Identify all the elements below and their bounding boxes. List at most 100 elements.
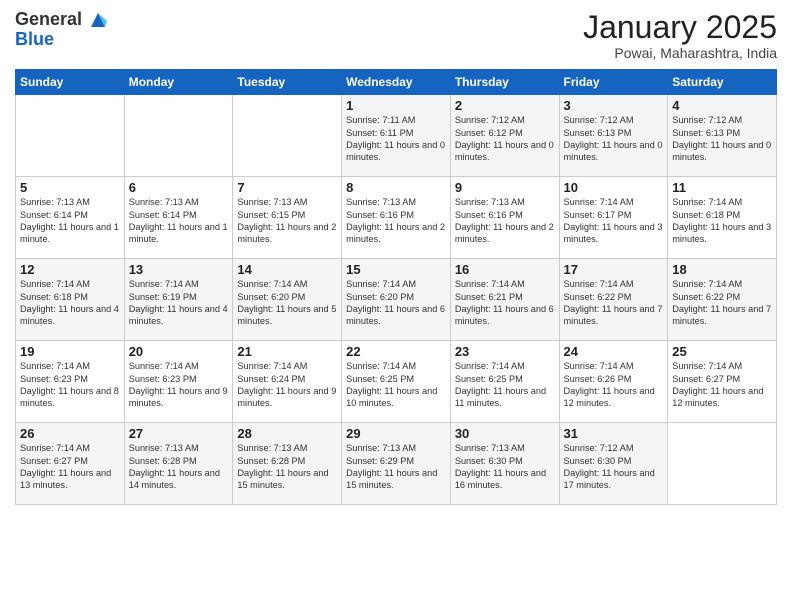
day-cell: 11Sunrise: 7:14 AMSunset: 6:18 PMDayligh… (668, 177, 777, 259)
day-cell: 19Sunrise: 7:14 AMSunset: 6:23 PMDayligh… (16, 341, 125, 423)
week-row-1: 1Sunrise: 7:11 AMSunset: 6:11 PMDaylight… (16, 95, 777, 177)
day-number: 31 (564, 426, 664, 441)
day-cell: 6Sunrise: 7:13 AMSunset: 6:14 PMDaylight… (124, 177, 233, 259)
day-cell: 10Sunrise: 7:14 AMSunset: 6:17 PMDayligh… (559, 177, 668, 259)
month-title: January 2025 (583, 10, 777, 45)
week-row-3: 12Sunrise: 7:14 AMSunset: 6:18 PMDayligh… (16, 259, 777, 341)
day-number: 6 (129, 180, 229, 195)
day-number: 9 (455, 180, 555, 195)
day-number: 1 (346, 98, 446, 113)
day-info: Sunrise: 7:14 AMSunset: 6:19 PMDaylight:… (129, 278, 229, 328)
calendar-table: SundayMondayTuesdayWednesdayThursdayFrid… (15, 69, 777, 505)
day-info: Sunrise: 7:14 AMSunset: 6:22 PMDaylight:… (564, 278, 664, 328)
day-info: Sunrise: 7:13 AMSunset: 6:30 PMDaylight:… (455, 442, 555, 492)
day-number: 25 (672, 344, 772, 359)
day-cell: 18Sunrise: 7:14 AMSunset: 6:22 PMDayligh… (668, 259, 777, 341)
day-number: 15 (346, 262, 446, 277)
day-info: Sunrise: 7:14 AMSunset: 6:25 PMDaylight:… (346, 360, 446, 410)
day-info: Sunrise: 7:12 AMSunset: 6:30 PMDaylight:… (564, 442, 664, 492)
day-info: Sunrise: 7:14 AMSunset: 6:23 PMDaylight:… (20, 360, 120, 410)
day-number: 28 (237, 426, 337, 441)
day-cell (16, 95, 125, 177)
day-number: 20 (129, 344, 229, 359)
day-number: 23 (455, 344, 555, 359)
week-row-5: 26Sunrise: 7:14 AMSunset: 6:27 PMDayligh… (16, 423, 777, 505)
day-info: Sunrise: 7:13 AMSunset: 6:29 PMDaylight:… (346, 442, 446, 492)
day-number: 5 (20, 180, 120, 195)
day-number: 19 (20, 344, 120, 359)
day-info: Sunrise: 7:14 AMSunset: 6:23 PMDaylight:… (129, 360, 229, 410)
day-cell: 23Sunrise: 7:14 AMSunset: 6:25 PMDayligh… (450, 341, 559, 423)
day-cell: 8Sunrise: 7:13 AMSunset: 6:16 PMDaylight… (342, 177, 451, 259)
day-cell: 25Sunrise: 7:14 AMSunset: 6:27 PMDayligh… (668, 341, 777, 423)
day-info: Sunrise: 7:14 AMSunset: 6:20 PMDaylight:… (237, 278, 337, 328)
day-info: Sunrise: 7:14 AMSunset: 6:21 PMDaylight:… (455, 278, 555, 328)
day-number: 29 (346, 426, 446, 441)
day-info: Sunrise: 7:14 AMSunset: 6:26 PMDaylight:… (564, 360, 664, 410)
day-info: Sunrise: 7:14 AMSunset: 6:24 PMDaylight:… (237, 360, 337, 410)
logo-general: General (15, 9, 82, 29)
day-cell: 30Sunrise: 7:13 AMSunset: 6:30 PMDayligh… (450, 423, 559, 505)
day-cell: 20Sunrise: 7:14 AMSunset: 6:23 PMDayligh… (124, 341, 233, 423)
day-number: 24 (564, 344, 664, 359)
day-cell: 26Sunrise: 7:14 AMSunset: 6:27 PMDayligh… (16, 423, 125, 505)
header: General Blue January 2025 Powai, Maharas… (15, 10, 777, 61)
day-number: 22 (346, 344, 446, 359)
day-number: 4 (672, 98, 772, 113)
week-row-2: 5 Sunrise: 7:13 AMSunset: 6:14 PMDaylight… (16, 177, 777, 259)
day-cell (668, 423, 777, 505)
logo-blue: Blue (15, 29, 54, 49)
day-number: 13 (129, 262, 229, 277)
day-info: Sunrise: 7:14 AMSunset: 6:18 PMDaylight:… (672, 196, 772, 246)
week-row-4: 19Sunrise: 7:14 AMSunset: 6:23 PMDayligh… (16, 341, 777, 423)
day-cell: 29Sunrise: 7:13 AMSunset: 6:29 PMDayligh… (342, 423, 451, 505)
day-header-thursday: Thursday (450, 70, 559, 95)
day-number: 10 (564, 180, 664, 195)
day-info: Sunrise: 7:13 AMSunset: 6:14 PMDaylight:… (129, 196, 229, 246)
day-cell (233, 95, 342, 177)
day-info: Sunrise: 7:13 AMSunset: 6:16 PMDaylight:… (346, 196, 446, 246)
day-cell: 21Sunrise: 7:14 AMSunset: 6:24 PMDayligh… (233, 341, 342, 423)
day-cell: 13Sunrise: 7:14 AMSunset: 6:19 PMDayligh… (124, 259, 233, 341)
day-cell: 27Sunrise: 7:13 AMSunset: 6:28 PMDayligh… (124, 423, 233, 505)
day-header-friday: Friday (559, 70, 668, 95)
day-cell: 16Sunrise: 7:14 AMSunset: 6:21 PMDayligh… (450, 259, 559, 341)
day-info: Sunrise: 7:14 AMSunset: 6:17 PMDaylight:… (564, 196, 664, 246)
day-number: 12 (20, 262, 120, 277)
day-info: Sunrise: 7:13 AMSunset: 6:28 PMDaylight:… (129, 442, 229, 492)
day-info: Sunrise: 7:12 AMSunset: 6:13 PMDaylight:… (564, 114, 664, 164)
day-header-row: SundayMondayTuesdayWednesdayThursdayFrid… (16, 70, 777, 95)
day-info: Sunrise: 7:12 AMSunset: 6:12 PMDaylight:… (455, 114, 555, 164)
day-info: Sunrise: 7:14 AMSunset: 6:20 PMDaylight:… (346, 278, 446, 328)
day-info: Sunrise: 7:13 AMSunset: 6:15 PMDaylight:… (237, 196, 337, 246)
day-cell: 22Sunrise: 7:14 AMSunset: 6:25 PMDayligh… (342, 341, 451, 423)
day-cell (124, 95, 233, 177)
day-number: 30 (455, 426, 555, 441)
day-cell: 9Sunrise: 7:13 AMSunset: 6:16 PMDaylight… (450, 177, 559, 259)
day-number: 3 (564, 98, 664, 113)
day-cell: 4Sunrise: 7:12 AMSunset: 6:13 PMDaylight… (668, 95, 777, 177)
day-header-sunday: Sunday (16, 70, 125, 95)
day-header-monday: Monday (124, 70, 233, 95)
day-info: Sunrise: 7:14 AMSunset: 6:27 PMDaylight:… (20, 442, 120, 492)
day-info: Sunrise: 7:13 AMSunset: 6:28 PMDaylight:… (237, 442, 337, 492)
day-number: 14 (237, 262, 337, 277)
day-cell: 7Sunrise: 7:13 AMSunset: 6:15 PMDaylight… (233, 177, 342, 259)
logo: General Blue (15, 10, 107, 50)
logo-icon (89, 11, 107, 29)
day-number: 18 (672, 262, 772, 277)
day-number: 7 (237, 180, 337, 195)
day-cell: 31Sunrise: 7:12 AMSunset: 6:30 PMDayligh… (559, 423, 668, 505)
calendar-page: General Blue January 2025 Powai, Maharas… (0, 0, 792, 612)
day-cell: 2Sunrise: 7:12 AMSunset: 6:12 PMDaylight… (450, 95, 559, 177)
day-info: Sunrise: 7:14 AMSunset: 6:25 PMDaylight:… (455, 360, 555, 410)
day-info: Sunrise: 7:14 AMSunset: 6:18 PMDaylight:… (20, 278, 120, 328)
day-info: Sunrise: 7:14 AMSunset: 6:27 PMDaylight:… (672, 360, 772, 410)
day-number: 26 (20, 426, 120, 441)
day-cell: 5Sunrise: 7:13 AMSunset: 6:14 PMDaylight… (16, 177, 125, 259)
day-info: Sunrise: 7:11 AMSunset: 6:11 PMDaylight:… (346, 114, 446, 164)
day-cell: 3Sunrise: 7:12 AMSunset: 6:13 PMDaylight… (559, 95, 668, 177)
location: Powai, Maharashtra, India (583, 45, 777, 61)
day-info: Sunrise: 7:13 AMSunset: 6:16 PMDaylight:… (455, 196, 555, 246)
day-header-tuesday: Tuesday (233, 70, 342, 95)
